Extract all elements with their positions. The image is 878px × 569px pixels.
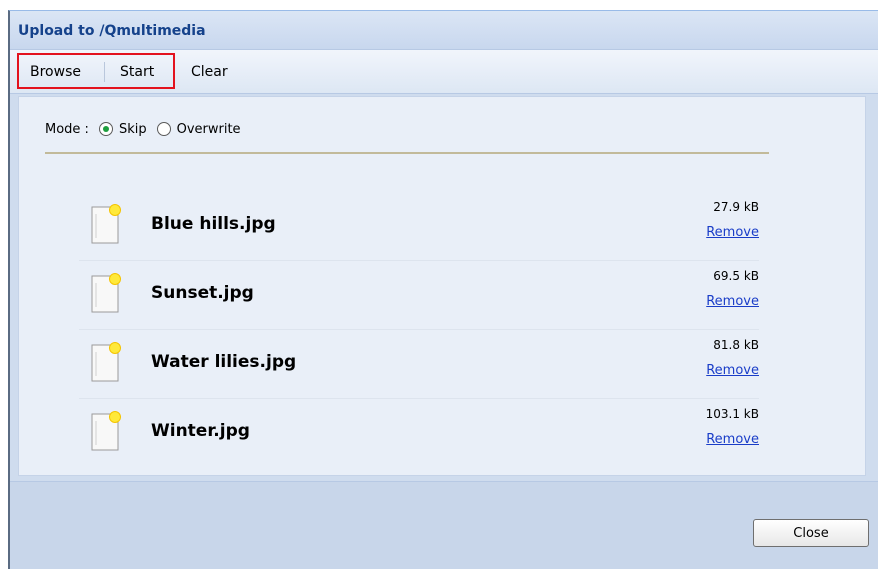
remove-link[interactable]: Remove <box>706 294 759 309</box>
file-icon <box>91 204 121 244</box>
file-row: Sunset.jpg 69.5 kB Remove <box>79 261 759 330</box>
skip-radio[interactable] <box>98 122 113 136</box>
file-list: Blue hills.jpg 27.9 kB Remove Sunset.jpg… <box>79 192 759 467</box>
mode-selector: Mode : Skip Overwrite <box>45 119 241 139</box>
file-name: Sunset.jpg <box>151 283 254 303</box>
overwrite-radio[interactable] <box>156 122 171 136</box>
mode-label: Mode : <box>45 121 89 137</box>
file-size: 103.1 kB <box>705 407 759 421</box>
clear-button[interactable]: Clear <box>191 61 228 83</box>
upload-panel: Mode : Skip Overwrite Blue hills.jpg 27.… <box>18 96 866 476</box>
file-name: Winter.jpg <box>151 421 250 441</box>
close-button[interactable]: Close <box>753 519 869 547</box>
file-name: Blue hills.jpg <box>151 214 276 234</box>
file-row: Water lilies.jpg 81.8 kB Remove <box>79 330 759 399</box>
divider <box>45 152 769 154</box>
skip-label[interactable]: Skip <box>119 122 147 137</box>
file-icon <box>91 342 121 382</box>
file-row: Winter.jpg 103.1 kB Remove <box>79 399 759 467</box>
toolbar: Browse Start Clear <box>10 50 878 94</box>
dialog-footer: Close <box>10 481 878 569</box>
highlight-box <box>17 53 175 89</box>
upload-dialog: Upload to /Qmultimedia Browse Start Clea… <box>8 10 878 569</box>
file-icon <box>91 273 121 313</box>
remove-link[interactable]: Remove <box>706 432 759 447</box>
file-icon <box>91 411 121 451</box>
dialog-title: Upload to /Qmultimedia <box>18 23 206 39</box>
remove-link[interactable]: Remove <box>706 363 759 378</box>
file-size: 69.5 kB <box>713 269 759 283</box>
file-size: 81.8 kB <box>713 338 759 352</box>
file-row: Blue hills.jpg 27.9 kB Remove <box>79 192 759 261</box>
overwrite-label[interactable]: Overwrite <box>177 122 241 137</box>
file-size: 27.9 kB <box>713 200 759 214</box>
file-name: Water lilies.jpg <box>151 352 297 372</box>
dialog-titlebar: Upload to /Qmultimedia <box>10 11 878 50</box>
remove-link[interactable]: Remove <box>706 225 759 240</box>
